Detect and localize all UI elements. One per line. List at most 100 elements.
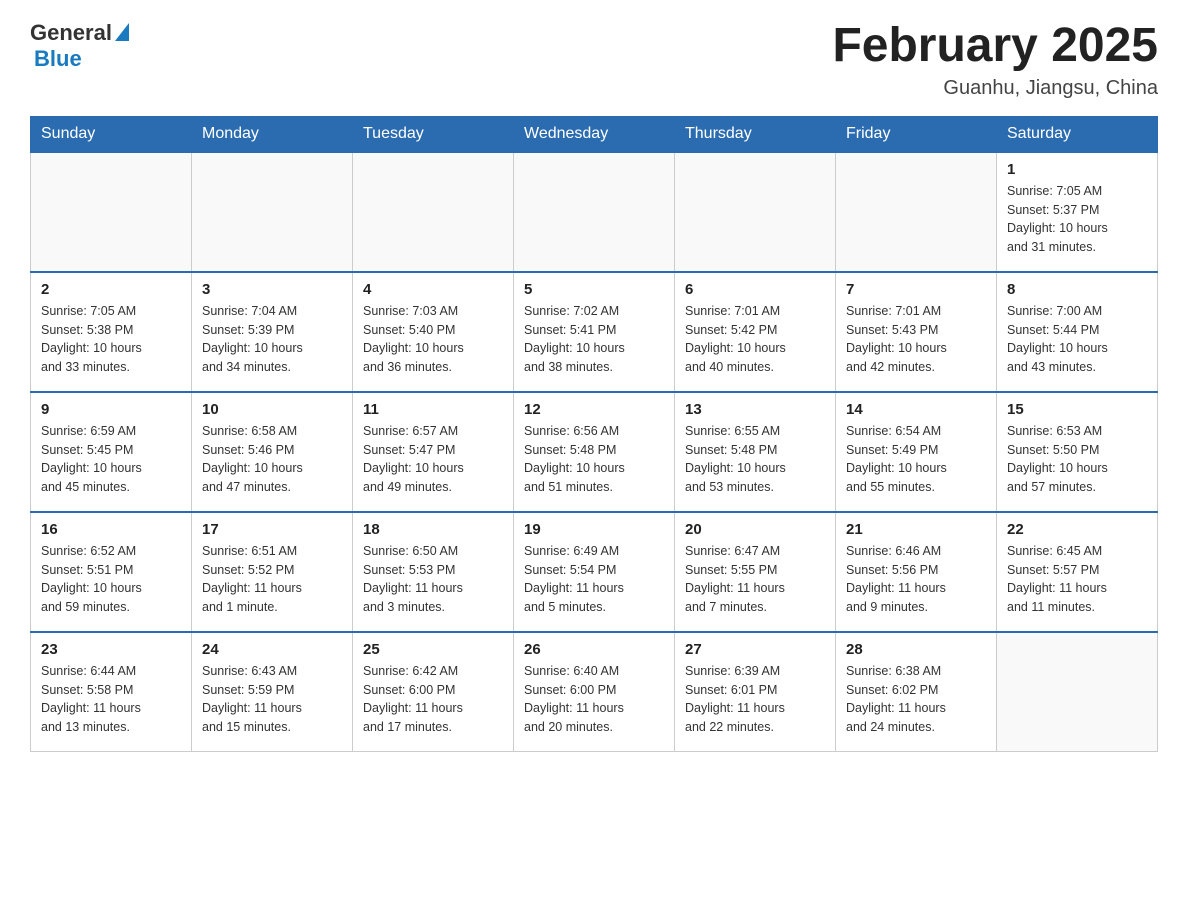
calendar-cell xyxy=(997,632,1158,752)
day-info: Sunrise: 7:01 AM Sunset: 5:43 PM Dayligh… xyxy=(846,302,986,377)
day-info: Sunrise: 6:53 AM Sunset: 5:50 PM Dayligh… xyxy=(1007,422,1147,497)
week-row-1: 1 Sunrise: 7:05 AM Sunset: 5:37 PM Daylig… xyxy=(31,152,1158,272)
day-info: Sunrise: 6:51 AM Sunset: 5:52 PM Dayligh… xyxy=(202,542,342,617)
calendar-body: 1 Sunrise: 7:05 AM Sunset: 5:37 PM Daylig… xyxy=(31,152,1158,752)
calendar-cell: 9 Sunrise: 6:59 AM Sunset: 5:45 PM Daylig… xyxy=(31,392,192,512)
day-info: Sunrise: 6:38 AM Sunset: 6:02 PM Dayligh… xyxy=(846,662,986,737)
day-info: Sunrise: 6:49 AM Sunset: 5:54 PM Dayligh… xyxy=(524,542,664,617)
day-number: 5 xyxy=(524,281,664,298)
day-number: 17 xyxy=(202,521,342,538)
calendar-cell: 28 Sunrise: 6:38 AM Sunset: 6:02 PM Dayli… xyxy=(836,632,997,752)
calendar-cell: 24 Sunrise: 6:43 AM Sunset: 5:59 PM Dayli… xyxy=(192,632,353,752)
calendar-cell: 26 Sunrise: 6:40 AM Sunset: 6:00 PM Dayli… xyxy=(514,632,675,752)
day-number: 9 xyxy=(41,401,181,418)
calendar-cell xyxy=(353,152,514,272)
day-number: 7 xyxy=(846,281,986,298)
col-header-thursday: Thursday xyxy=(675,116,836,152)
day-info: Sunrise: 7:04 AM Sunset: 5:39 PM Dayligh… xyxy=(202,302,342,377)
calendar-cell: 19Sunrise: 6:49 AM Sunset: 5:54 PM Dayli… xyxy=(514,512,675,632)
calendar-cell xyxy=(836,152,997,272)
day-info: Sunrise: 6:56 AM Sunset: 5:48 PM Dayligh… xyxy=(524,422,664,497)
day-info: Sunrise: 6:40 AM Sunset: 6:00 PM Dayligh… xyxy=(524,662,664,737)
day-number: 3 xyxy=(202,281,342,298)
day-number: 24 xyxy=(202,641,342,658)
calendar-cell: 15Sunrise: 6:53 AM Sunset: 5:50 PM Dayli… xyxy=(997,392,1158,512)
day-info: Sunrise: 6:46 AM Sunset: 5:56 PM Dayligh… xyxy=(846,542,986,617)
col-header-saturday: Saturday xyxy=(997,116,1158,152)
week-row-3: 9 Sunrise: 6:59 AM Sunset: 5:45 PM Daylig… xyxy=(31,392,1158,512)
day-number: 22 xyxy=(1007,521,1147,538)
day-info: Sunrise: 7:03 AM Sunset: 5:40 PM Dayligh… xyxy=(363,302,503,377)
day-info: Sunrise: 6:58 AM Sunset: 5:46 PM Dayligh… xyxy=(202,422,342,497)
calendar-header: SundayMondayTuesdayWednesdayThursdayFrid… xyxy=(31,116,1158,152)
page-header: General Blue February 2025 Guanhu, Jiang… xyxy=(30,20,1158,100)
calendar-cell: 10 Sunrise: 6:58 AM Sunset: 5:46 PM Dayli… xyxy=(192,392,353,512)
calendar-cell: 25 Sunrise: 6:42 AM Sunset: 6:00 PM Dayli… xyxy=(353,632,514,752)
calendar-cell: 12Sunrise: 6:56 AM Sunset: 5:48 PM Dayli… xyxy=(514,392,675,512)
day-info: Sunrise: 6:52 AM Sunset: 5:51 PM Dayligh… xyxy=(41,542,181,617)
calendar-cell xyxy=(31,152,192,272)
calendar-cell: 5Sunrise: 7:02 AM Sunset: 5:41 PM Daylig… xyxy=(514,272,675,392)
calendar-cell: 18Sunrise: 6:50 AM Sunset: 5:53 PM Dayli… xyxy=(353,512,514,632)
logo-triangle-icon xyxy=(115,23,129,41)
day-info: Sunrise: 6:42 AM Sunset: 6:00 PM Dayligh… xyxy=(363,662,503,737)
col-header-monday: Monday xyxy=(192,116,353,152)
calendar-cell: 8 Sunrise: 7:00 AM Sunset: 5:44 PM Daylig… xyxy=(997,272,1158,392)
day-number: 23 xyxy=(41,641,181,658)
day-info: Sunrise: 6:59 AM Sunset: 5:45 PM Dayligh… xyxy=(41,422,181,497)
day-info: Sunrise: 6:39 AM Sunset: 6:01 PM Dayligh… xyxy=(685,662,825,737)
calendar-cell xyxy=(192,152,353,272)
week-row-2: 2 Sunrise: 7:05 AM Sunset: 5:38 PM Daylig… xyxy=(31,272,1158,392)
calendar-cell: 16 Sunrise: 6:52 AM Sunset: 5:51 PM Dayli… xyxy=(31,512,192,632)
calendar-cell: 27 Sunrise: 6:39 AM Sunset: 6:01 PM Dayli… xyxy=(675,632,836,752)
calendar-cell: 22 Sunrise: 6:45 AM Sunset: 5:57 PM Dayli… xyxy=(997,512,1158,632)
day-number: 8 xyxy=(1007,281,1147,298)
day-number: 6 xyxy=(685,281,825,298)
week-row-4: 16 Sunrise: 6:52 AM Sunset: 5:51 PM Dayli… xyxy=(31,512,1158,632)
day-number: 28 xyxy=(846,641,986,658)
day-number: 25 xyxy=(363,641,503,658)
day-info: Sunrise: 6:44 AM Sunset: 5:58 PM Dayligh… xyxy=(41,662,181,737)
day-number: 2 xyxy=(41,281,181,298)
day-info: Sunrise: 7:00 AM Sunset: 5:44 PM Dayligh… xyxy=(1007,302,1147,377)
day-info: Sunrise: 6:43 AM Sunset: 5:59 PM Dayligh… xyxy=(202,662,342,737)
col-header-friday: Friday xyxy=(836,116,997,152)
day-number: 1 xyxy=(1007,161,1147,178)
logo-blue-text: Blue xyxy=(34,46,82,72)
day-info: Sunrise: 6:54 AM Sunset: 5:49 PM Dayligh… xyxy=(846,422,986,497)
calendar-cell: 13 Sunrise: 6:55 AM Sunset: 5:48 PM Dayli… xyxy=(675,392,836,512)
day-info: Sunrise: 6:47 AM Sunset: 5:55 PM Dayligh… xyxy=(685,542,825,617)
day-info: Sunrise: 7:05 AM Sunset: 5:38 PM Dayligh… xyxy=(41,302,181,377)
header-row: SundayMondayTuesdayWednesdayThursdayFrid… xyxy=(31,116,1158,152)
location-subtitle: Guanhu, Jiangsu, China xyxy=(832,77,1158,100)
calendar-cell: 17 Sunrise: 6:51 AM Sunset: 5:52 PM Dayli… xyxy=(192,512,353,632)
calendar-cell: 20 Sunrise: 6:47 AM Sunset: 5:55 PM Dayli… xyxy=(675,512,836,632)
day-number: 26 xyxy=(524,641,664,658)
day-info: Sunrise: 6:57 AM Sunset: 5:47 PM Dayligh… xyxy=(363,422,503,497)
day-number: 11 xyxy=(363,401,503,418)
day-number: 21 xyxy=(846,521,986,538)
calendar-cell: 14 Sunrise: 6:54 AM Sunset: 5:49 PM Dayli… xyxy=(836,392,997,512)
calendar-table: SundayMondayTuesdayWednesdayThursdayFrid… xyxy=(30,116,1158,753)
day-number: 10 xyxy=(202,401,342,418)
title-block: February 2025 Guanhu, Jiangsu, China xyxy=(832,20,1158,100)
calendar-cell: 6Sunrise: 7:01 AM Sunset: 5:42 PM Daylig… xyxy=(675,272,836,392)
day-number: 14 xyxy=(846,401,986,418)
day-number: 27 xyxy=(685,641,825,658)
calendar-cell: 2 Sunrise: 7:05 AM Sunset: 5:38 PM Daylig… xyxy=(31,272,192,392)
calendar-cell: 11 Sunrise: 6:57 AM Sunset: 5:47 PM Dayli… xyxy=(353,392,514,512)
col-header-tuesday: Tuesday xyxy=(353,116,514,152)
day-number: 16 xyxy=(41,521,181,538)
day-info: Sunrise: 6:45 AM Sunset: 5:57 PM Dayligh… xyxy=(1007,542,1147,617)
month-title: February 2025 xyxy=(832,20,1158,73)
calendar-cell xyxy=(675,152,836,272)
day-number: 18 xyxy=(363,521,503,538)
day-info: Sunrise: 7:05 AM Sunset: 5:37 PM Dayligh… xyxy=(1007,182,1147,257)
logo: General Blue xyxy=(30,20,129,72)
day-number: 20 xyxy=(685,521,825,538)
day-number: 13 xyxy=(685,401,825,418)
day-info: Sunrise: 6:55 AM Sunset: 5:48 PM Dayligh… xyxy=(685,422,825,497)
week-row-5: 23 Sunrise: 6:44 AM Sunset: 5:58 PM Dayli… xyxy=(31,632,1158,752)
calendar-cell: 4Sunrise: 7:03 AM Sunset: 5:40 PM Daylig… xyxy=(353,272,514,392)
calendar-cell xyxy=(514,152,675,272)
